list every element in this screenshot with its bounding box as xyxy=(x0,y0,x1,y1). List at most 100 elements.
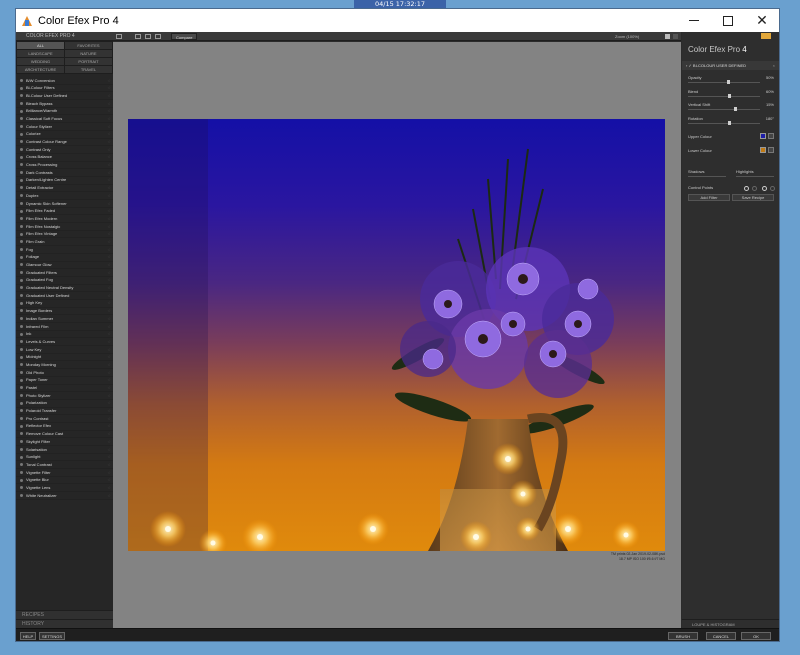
favorite-star-icon[interactable]: ☆ xyxy=(107,161,111,169)
favorite-star-icon[interactable]: ☆ xyxy=(107,223,111,231)
favorite-star-icon[interactable]: ☆ xyxy=(107,115,111,123)
favorite-star-icon[interactable]: ☆ xyxy=(107,469,111,477)
favorite-star-icon[interactable]: ☆ xyxy=(107,338,111,346)
favorite-star-icon[interactable]: ☆ xyxy=(107,276,111,284)
category-tab-travel[interactable]: TRAVEL xyxy=(65,66,112,73)
favorite-star-icon[interactable]: ☆ xyxy=(107,84,111,92)
category-tab-favorites[interactable]: FAVORITES xyxy=(65,42,112,49)
slider-thumb[interactable] xyxy=(728,120,732,125)
lower-colour-swatch[interactable] xyxy=(760,147,766,153)
slider-track[interactable] xyxy=(688,82,760,83)
filter-item[interactable]: White Neutralizer ☆ xyxy=(16,492,113,500)
panel-toggle-icon[interactable] xyxy=(673,34,678,39)
favorite-star-icon[interactable]: ☆ xyxy=(107,77,111,85)
slider-thumb[interactable] xyxy=(727,93,731,98)
favorite-star-icon[interactable]: ☆ xyxy=(107,169,111,177)
favorite-star-icon[interactable]: ☆ xyxy=(107,176,111,184)
ok-button[interactable]: OK xyxy=(741,632,771,640)
settings-button[interactable]: SETTINGS xyxy=(39,632,65,640)
loupe-histogram-section[interactable]: LOUPE & HISTOGRAM xyxy=(682,619,779,628)
lower-colour-picker-icon[interactable] xyxy=(768,147,774,153)
favorite-star-icon[interactable]: ☆ xyxy=(107,100,111,108)
favorite-star-icon[interactable]: ☆ xyxy=(107,430,111,438)
upper-colour-swatch[interactable] xyxy=(760,133,766,139)
help-button[interactable]: HELP xyxy=(20,632,36,640)
add-filter-button[interactable]: Add Filter xyxy=(688,194,730,201)
brush-button[interactable]: BRUSH xyxy=(668,632,698,640)
close-button[interactable]: ✕ xyxy=(745,9,779,32)
split-view-icon[interactable] xyxy=(145,34,151,39)
slider-thumb[interactable] xyxy=(726,80,730,84)
control-points-label[interactable]: Control Points xyxy=(688,185,713,190)
favorite-star-icon[interactable]: ☆ xyxy=(107,253,111,261)
favorite-star-icon[interactable]: ☆ xyxy=(107,146,111,154)
favorite-star-icon[interactable]: ☆ xyxy=(107,207,111,215)
slider-track[interactable] xyxy=(688,122,760,124)
zoom-dropdown[interactable]: Zoom (100%) xyxy=(615,33,639,40)
single-view-icon[interactable] xyxy=(135,34,141,39)
favorite-star-icon[interactable]: ☆ xyxy=(107,238,111,246)
minimize-button[interactable] xyxy=(677,9,711,32)
favorite-star-icon[interactable]: ☆ xyxy=(107,184,111,192)
highlights-slider[interactable] xyxy=(736,176,774,177)
favorite-star-icon[interactable]: ☆ xyxy=(107,422,111,430)
favorite-star-icon[interactable]: ☆ xyxy=(107,292,111,300)
favorite-star-icon[interactable]: ☆ xyxy=(107,230,111,238)
favorite-star-icon[interactable]: ☆ xyxy=(107,492,111,500)
favorite-star-icon[interactable]: ☆ xyxy=(107,153,111,161)
filter-enabled-check-icon[interactable]: › ✓ xyxy=(686,63,693,68)
favorite-star-icon[interactable]: ☆ xyxy=(107,484,111,492)
favorite-star-icon[interactable]: ☆ xyxy=(107,215,111,223)
favorite-star-icon[interactable]: ☆ xyxy=(107,130,111,138)
maximize-button[interactable] xyxy=(711,9,745,32)
favorite-star-icon[interactable]: ☆ xyxy=(107,453,111,461)
category-tab-nature[interactable]: NATURE xyxy=(65,50,112,57)
add-control-point-icon[interactable] xyxy=(744,186,749,191)
favorite-star-icon[interactable]: ☆ xyxy=(107,376,111,384)
history-section[interactable]: HISTORY xyxy=(16,619,113,628)
favorite-star-icon[interactable]: ☆ xyxy=(107,361,111,369)
upper-colour-picker-icon[interactable] xyxy=(768,133,774,139)
favorite-star-icon[interactable]: ☆ xyxy=(107,261,111,269)
favorite-star-icon[interactable]: ☆ xyxy=(107,315,111,323)
remove-control-point-icon[interactable] xyxy=(752,186,757,191)
remove-negative-point-icon[interactable] xyxy=(770,186,775,191)
favorite-star-icon[interactable]: ☆ xyxy=(107,384,111,392)
category-tab-architecture[interactable]: ARCHITECTURE xyxy=(17,66,64,73)
cancel-button[interactable]: CANCEL xyxy=(706,632,736,640)
favorite-star-icon[interactable]: ☆ xyxy=(107,284,111,292)
remove-filter-icon[interactable]: × xyxy=(773,61,775,70)
add-negative-point-icon[interactable] xyxy=(762,186,767,191)
favorite-star-icon[interactable]: ☆ xyxy=(107,438,111,446)
favorite-star-icon[interactable]: ☆ xyxy=(107,107,111,115)
side-by-side-icon[interactable] xyxy=(155,34,161,39)
favorite-star-icon[interactable]: ☆ xyxy=(107,461,111,469)
favorite-star-icon[interactable]: ☆ xyxy=(107,246,111,254)
favorite-star-icon[interactable]: ☆ xyxy=(107,446,111,454)
favorite-star-icon[interactable]: ☆ xyxy=(107,369,111,377)
background-white-icon[interactable] xyxy=(665,34,670,39)
favorite-star-icon[interactable]: ☆ xyxy=(107,123,111,131)
favorite-star-icon[interactable]: ☆ xyxy=(107,323,111,331)
favorite-star-icon[interactable]: ☆ xyxy=(107,407,111,415)
favorite-star-icon[interactable]: ☆ xyxy=(107,392,111,400)
favorite-star-icon[interactable]: ☆ xyxy=(107,269,111,277)
category-tab-wedding[interactable]: WEDDING xyxy=(17,58,64,65)
active-filter-header[interactable]: › ✓ BI-COLOUR USER DEFINED × xyxy=(682,61,779,70)
favorite-star-icon[interactable]: ☆ xyxy=(107,476,111,484)
save-recipe-button[interactable]: Save Recipe xyxy=(732,194,774,201)
favorite-star-icon[interactable]: ☆ xyxy=(107,353,111,361)
favorite-star-icon[interactable]: ☆ xyxy=(107,200,111,208)
slider-track[interactable] xyxy=(688,95,760,97)
favorite-star-icon[interactable]: ☆ xyxy=(107,415,111,423)
sidebar-toggle-icon[interactable] xyxy=(116,34,122,39)
category-tab-landscape[interactable]: LANDSCAPE xyxy=(17,50,64,57)
compare-button[interactable]: Compare xyxy=(171,33,198,40)
shadows-slider[interactable] xyxy=(688,176,726,177)
category-tab-all[interactable]: ALL xyxy=(17,42,64,49)
favorite-star-icon[interactable]: ☆ xyxy=(107,92,111,100)
preview-canvas[interactable]: TM prints 02-Jan 2019-02-08K.psd 18.7 MP… xyxy=(113,42,681,628)
slider-thumb[interactable] xyxy=(734,107,738,111)
slider-track[interactable] xyxy=(688,109,760,110)
favorite-star-icon[interactable]: ☆ xyxy=(107,138,111,146)
